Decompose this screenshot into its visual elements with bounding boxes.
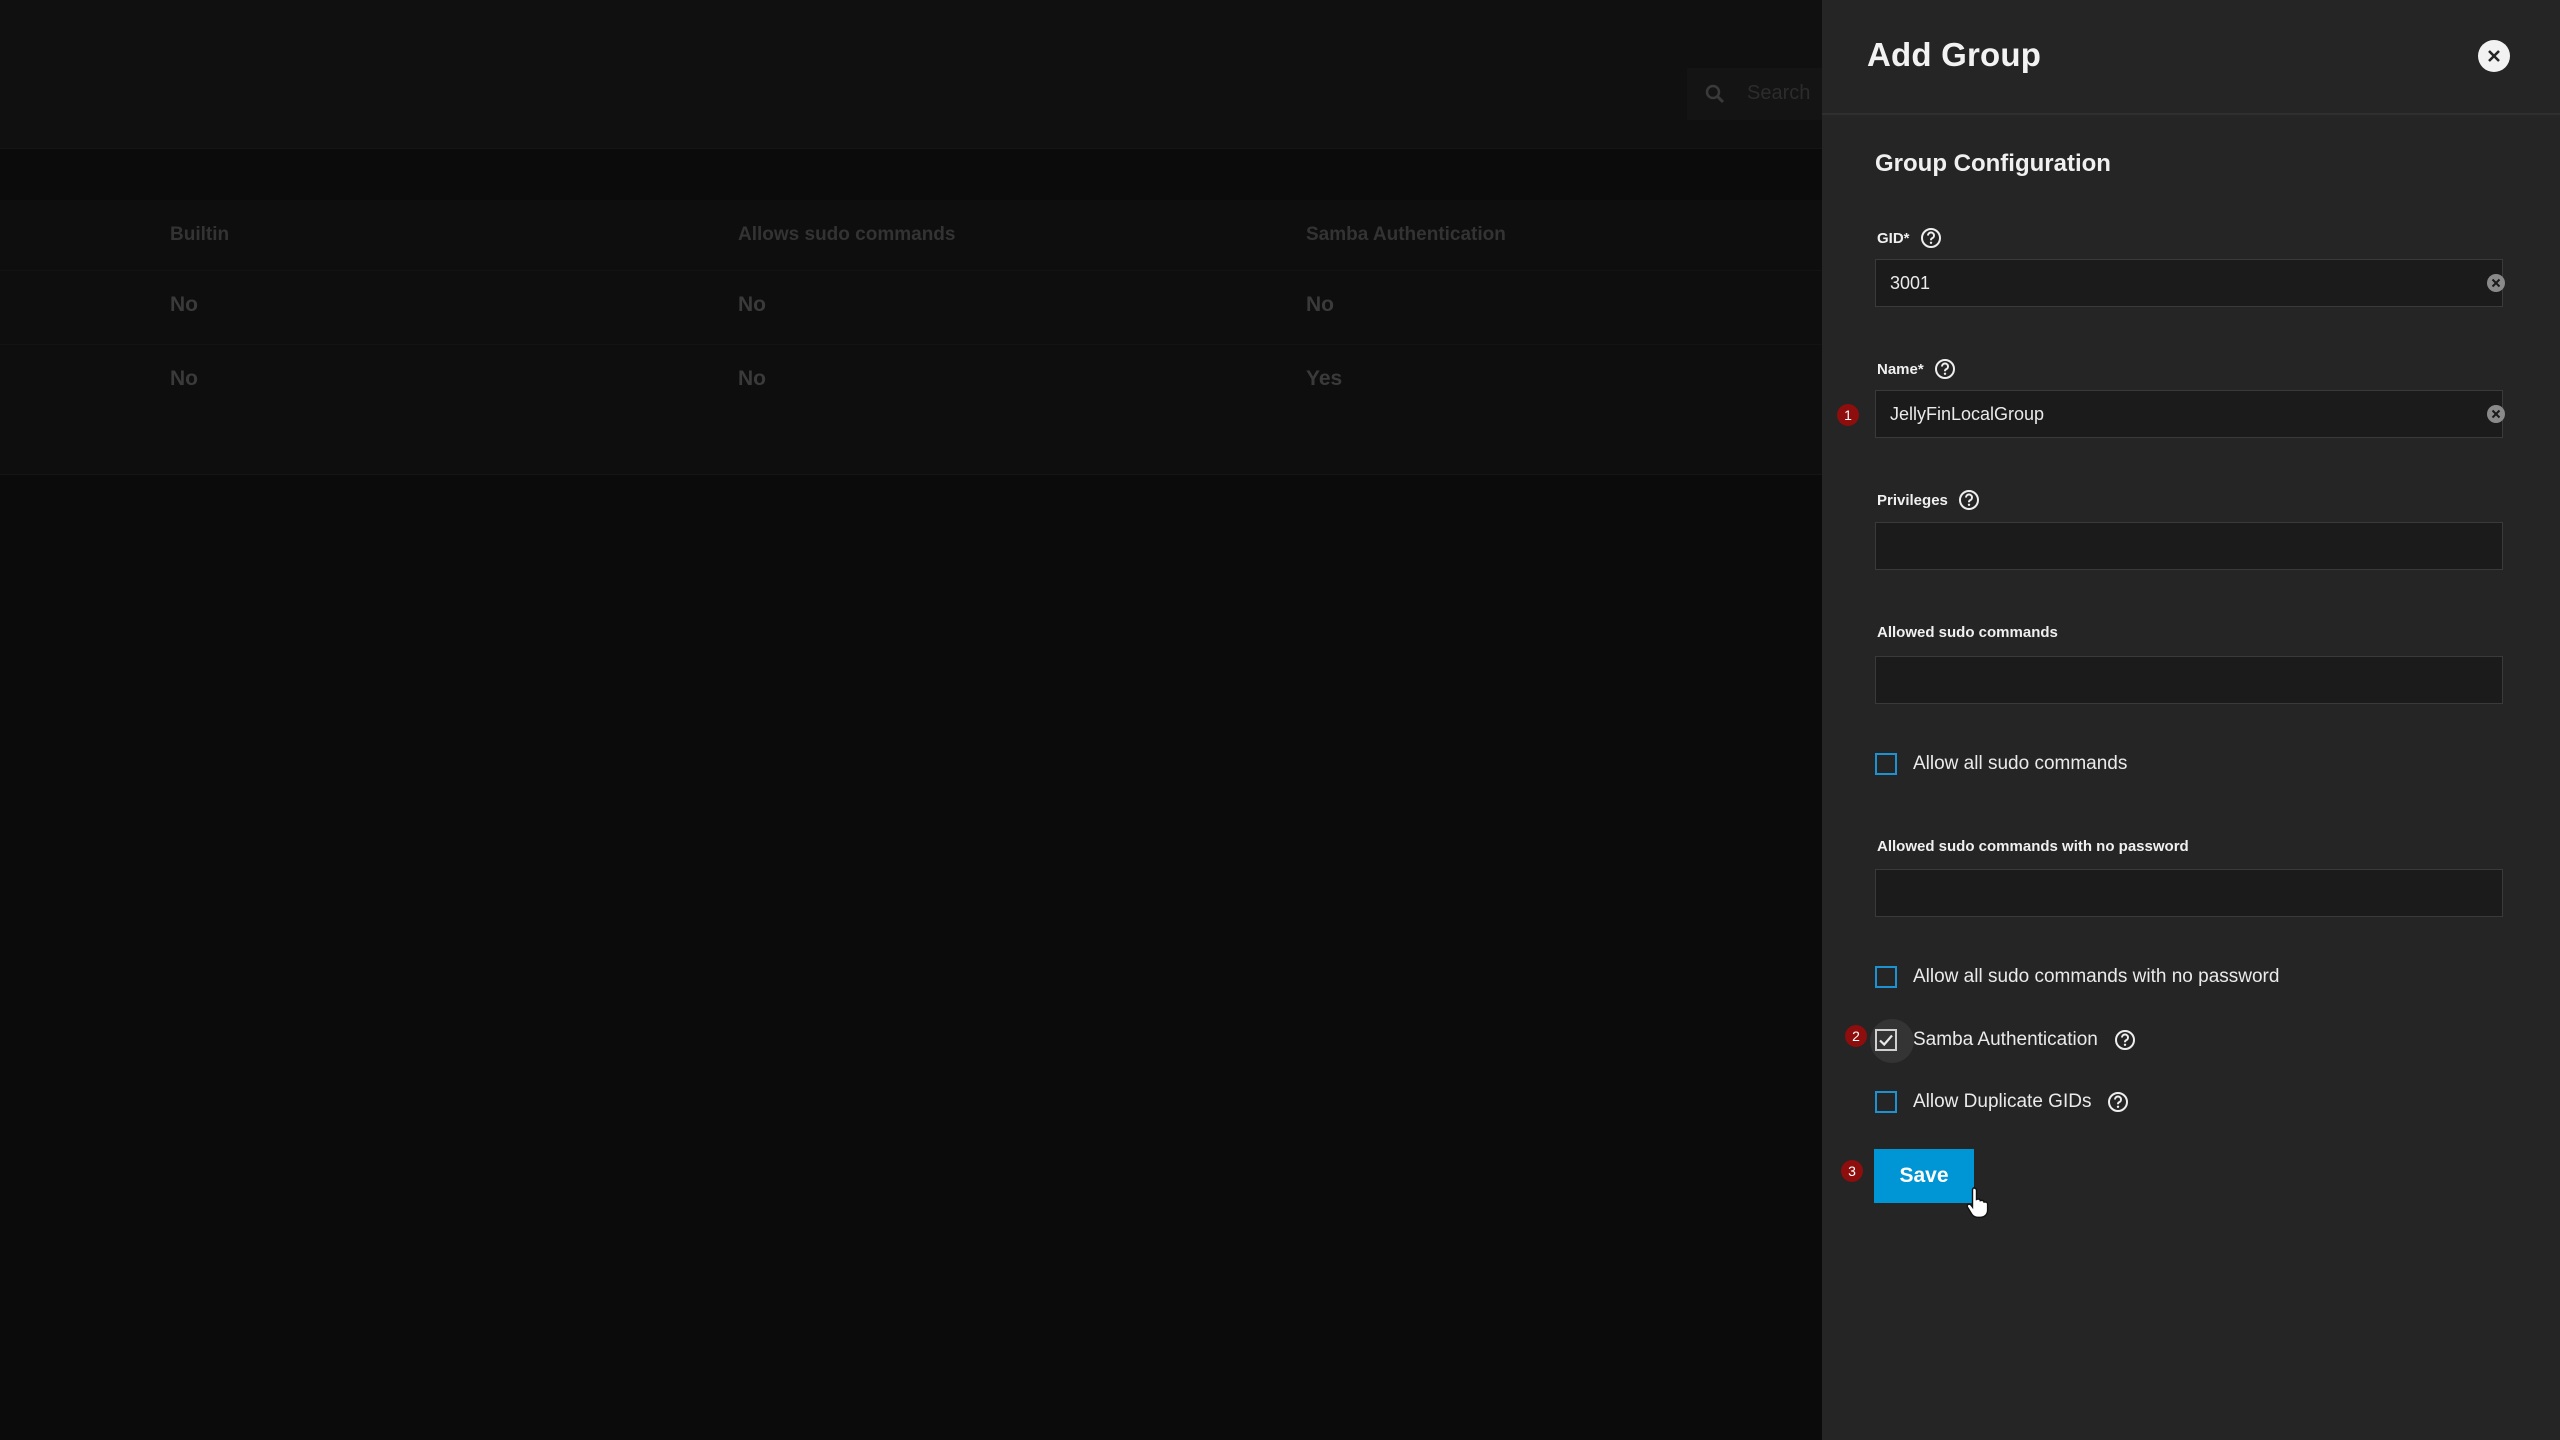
privileges-label: Privileges — [1877, 489, 1980, 511]
name-input[interactable]: JellyFinLocalGroup — [1875, 390, 2506, 438]
checkbox[interactable] — [1875, 753, 1897, 775]
search-placeholder: Search — [1747, 82, 1811, 104]
column-header-sudo: Allows sudo commands — [738, 224, 956, 245]
help-icon[interactable] — [1920, 227, 1942, 249]
sudo-nopasswd-input[interactable] — [1875, 869, 2503, 917]
hand-cursor-icon — [1966, 1186, 1989, 1218]
checkbox-label: Allow all sudo commands — [1913, 753, 2128, 774]
privileges-label-text: Privileges — [1877, 491, 1948, 509]
table-cell: No — [1306, 293, 1334, 316]
sudo-nopasswd-label-text: Allowed sudo commands with no password — [1877, 838, 2189, 855]
search-box[interactable]: Search — [1687, 68, 1822, 120]
gid-value: 3001 — [1890, 273, 1931, 293]
checkbox[interactable] — [1875, 966, 1897, 988]
save-button[interactable]: Save — [1874, 1149, 1974, 1203]
checkbox[interactable] — [1875, 1091, 1897, 1113]
column-header-builtin: Builtin — [170, 224, 230, 245]
table-row[interactable]: No No No — [0, 270, 1822, 345]
step-badge-2: 2 — [1845, 1025, 1867, 1047]
privileges-select[interactable] — [1875, 522, 2503, 570]
help-icon[interactable] — [2114, 1029, 2136, 1051]
checkmark-icon — [1879, 1034, 1893, 1047]
allow-all-sudo-checkbox[interactable]: Allow all sudo commands — [1875, 753, 2127, 775]
samba-checkbox-overlay[interactable] — [1875, 1029, 1897, 1051]
help-icon[interactable] — [1934, 358, 1956, 380]
checkbox-checked[interactable] — [1875, 1029, 1897, 1051]
help-icon[interactable] — [2107, 1091, 2129, 1113]
clear-icon[interactable] — [2486, 273, 2506, 293]
search-icon — [1705, 84, 1725, 104]
panel-title: Add Group — [1867, 36, 2042, 73]
add-group-panel: Add Group Group Configuration GID* 3001 … — [1822, 0, 2560, 1440]
background-page: Search Builtin Allows sudo commands Samb… — [0, 0, 1822, 1440]
help-icon[interactable] — [1958, 489, 1980, 511]
table-row[interactable]: No No Yes — [0, 344, 1822, 419]
name-label-text: Name* — [1877, 360, 1924, 378]
step-badge-1: 1 — [1837, 404, 1859, 426]
name-label: Name* — [1877, 358, 1956, 380]
close-button[interactable] — [2478, 40, 2510, 72]
table-cell: No — [170, 293, 198, 316]
table-cell: No — [170, 367, 198, 390]
step-badge-3: 3 — [1841, 1160, 1863, 1182]
gid-label: GID* — [1877, 227, 1942, 249]
gid-input[interactable]: 3001 — [1875, 259, 2506, 307]
panel-header: Add Group — [1822, 0, 2560, 115]
name-value: JellyFinLocalGroup — [1890, 404, 2045, 424]
table-cell: No — [738, 293, 766, 316]
table-cell: No — [738, 367, 766, 390]
allow-all-sudo-nopasswd-checkbox[interactable]: Allow all sudo commands with no password — [1875, 966, 2279, 988]
column-header-samba: Samba Authentication — [1306, 224, 1506, 245]
sudo-commands-label: Allowed sudo commands — [1877, 624, 2058, 641]
clear-icon[interactable] — [2486, 404, 2506, 424]
checkbox-label: Allow Duplicate GIDs — [1913, 1091, 2092, 1112]
checkbox-label: Samba Authentication — [1913, 1029, 2098, 1050]
sudo-nopasswd-label: Allowed sudo commands with no password — [1877, 838, 2189, 855]
table-cell: Yes — [1306, 367, 1343, 390]
section-title: Group Configuration — [1875, 150, 2111, 177]
checkbox-label: Allow all sudo commands with no password — [1913, 966, 2280, 987]
groups-table: Builtin Allows sudo commands Samba Authe… — [0, 200, 1822, 475]
gid-label-text: GID* — [1877, 229, 1910, 247]
sudo-commands-label-text: Allowed sudo commands — [1877, 624, 2058, 641]
allow-duplicate-gids-checkbox[interactable]: Allow Duplicate GIDs — [1875, 1091, 2129, 1113]
close-icon — [2488, 50, 2500, 62]
background-toolbar: Search — [0, 0, 1822, 149]
sudo-commands-input[interactable] — [1875, 656, 2503, 704]
samba-authentication-checkbox[interactable]: Samba Authentication — [1875, 1029, 2136, 1051]
